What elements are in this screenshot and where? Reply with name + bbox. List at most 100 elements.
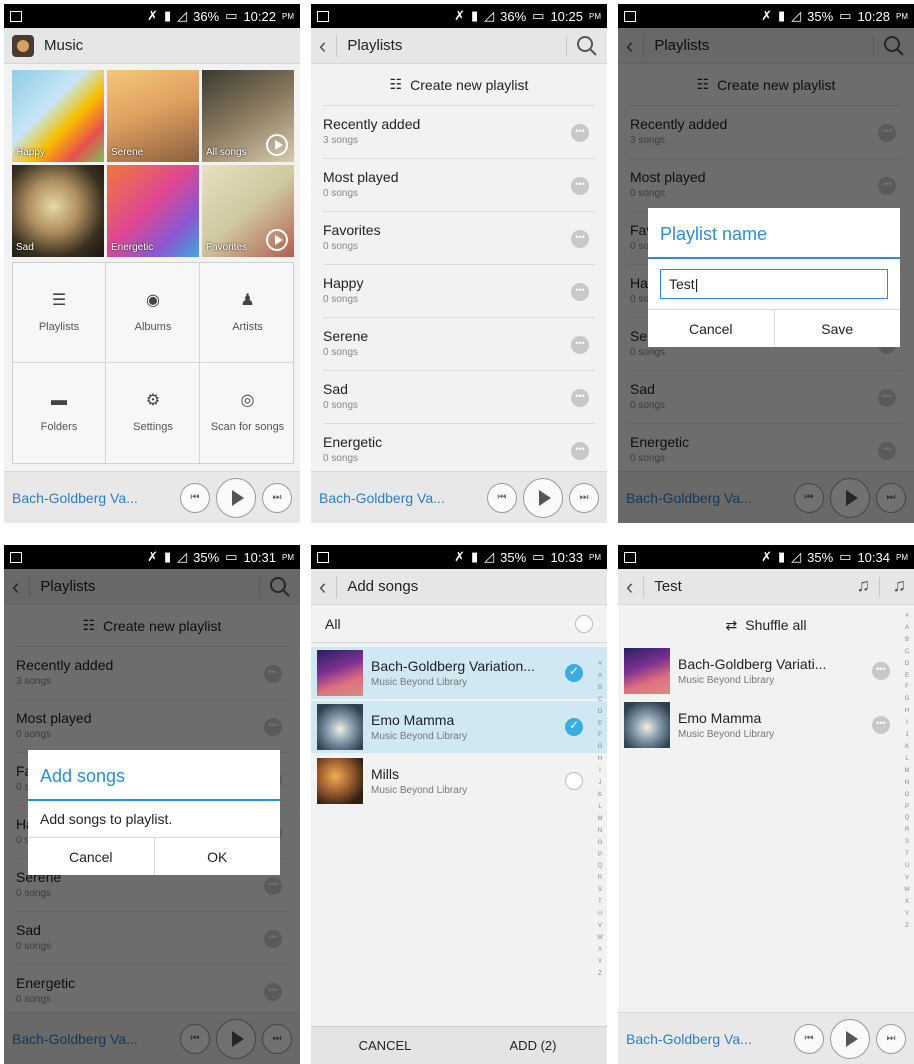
tile-happy[interactable]: Happy (12, 70, 104, 162)
alphabet-letter[interactable]: N (595, 826, 605, 838)
more-icon[interactable]: ••• (571, 336, 589, 354)
alphabet-index[interactable]: # A B C D E F G H I J K L M N O P Q R S T U V W X Y Z (595, 659, 605, 980)
alphabet-letter[interactable]: # (902, 611, 912, 623)
alphabet-letter[interactable]: H (595, 754, 605, 766)
next-button[interactable]: ⏭ (569, 482, 599, 513)
create-playlist-button[interactable]: ☷ Create new playlist (323, 64, 595, 106)
alphabet-letter[interactable]: E (595, 719, 605, 731)
add-button[interactable]: ADD (2) (459, 1027, 607, 1064)
alphabet-letter[interactable]: W (902, 885, 912, 897)
more-icon[interactable]: ••• (571, 177, 589, 195)
alphabet-letter[interactable]: R (595, 873, 605, 885)
next-button[interactable]: ⏭ (876, 1023, 906, 1054)
more-icon[interactable]: ••• (571, 442, 589, 460)
alphabet-letter[interactable]: S (902, 837, 912, 849)
music-note-icon[interactable]: ♫ (893, 575, 907, 596)
ok-button[interactable]: OK (155, 838, 281, 875)
more-icon[interactable]: ••• (872, 662, 890, 680)
nav-settings[interactable]: ⚙ Settings (107, 363, 200, 463)
previous-button[interactable]: ⏮ (180, 482, 210, 513)
back-icon[interactable]: ‹ (626, 574, 633, 600)
mini-player[interactable]: Bach-Goldberg Va... ⏮ ⏭ (311, 471, 607, 523)
song-checkbox[interactable] (565, 718, 583, 736)
play-button[interactable] (523, 477, 563, 518)
alphabet-letter[interactable]: Q (902, 813, 912, 825)
alphabet-letter[interactable]: B (902, 635, 912, 647)
alphabet-letter[interactable]: T (902, 849, 912, 861)
alphabet-letter[interactable]: V (595, 921, 605, 933)
playlist-item[interactable]: Favorites 0 songs ••• (323, 212, 595, 265)
alphabet-letter[interactable]: J (595, 778, 605, 790)
alphabet-letter[interactable]: A (595, 671, 605, 683)
tile-favorites[interactable]: Favorites (202, 165, 294, 257)
alphabet-letter[interactable]: G (595, 742, 605, 754)
more-icon[interactable]: ••• (872, 716, 890, 734)
alphabet-letter[interactable]: X (902, 897, 912, 909)
playlist-item[interactable]: Energetic 0 songs ••• (323, 424, 595, 477)
alphabet-letter[interactable]: I (595, 766, 605, 778)
alphabet-letter[interactable]: Z (902, 921, 912, 933)
playlist-item[interactable]: Serene 0 songs ••• (323, 318, 595, 371)
alphabet-letter[interactable]: Q (595, 861, 605, 873)
alphabet-letter[interactable]: E (902, 671, 912, 683)
alphabet-letter[interactable]: O (902, 790, 912, 802)
next-button[interactable]: ⏭ (262, 482, 292, 513)
alphabet-letter[interactable]: K (902, 742, 912, 754)
alphabet-letter[interactable]: X (595, 945, 605, 957)
play-button[interactable] (830, 1018, 870, 1059)
alphabet-letter[interactable]: A (902, 623, 912, 635)
previous-button[interactable]: ⏮ (487, 482, 517, 513)
now-playing-title[interactable]: Bach-Goldberg Va... (319, 490, 487, 506)
song-row[interactable]: Bach-Goldberg Variation... Music Beyond L… (311, 647, 607, 699)
alphabet-letter[interactable]: L (902, 754, 912, 766)
alphabet-letter[interactable]: O (595, 838, 605, 850)
alphabet-letter[interactable]: L (595, 802, 605, 814)
play-button[interactable] (216, 477, 256, 518)
play-icon[interactable] (266, 229, 288, 251)
song-checkbox[interactable] (565, 772, 583, 790)
playlist-item[interactable]: Most played 0 songs ••• (323, 159, 595, 212)
alphabet-letter[interactable]: C (902, 647, 912, 659)
alphabet-letter[interactable]: W (595, 933, 605, 945)
song-row[interactable]: Bach-Goldberg Variati... Music Beyond Lib… (618, 645, 914, 697)
save-button[interactable]: Save (775, 310, 901, 347)
shuffle-all-button[interactable]: ⇄ Shuffle all (618, 605, 914, 645)
alphabet-letter[interactable]: G (902, 694, 912, 706)
previous-button[interactable]: ⏮ (794, 1023, 824, 1054)
tile-serene[interactable]: Serene (107, 70, 199, 162)
back-icon[interactable]: ‹ (319, 574, 326, 600)
cancel-button[interactable]: Cancel (28, 838, 155, 875)
song-row[interactable]: Emo Mamma Music Beyond Library (311, 701, 607, 753)
playlist-name-input[interactable]: Test| (660, 269, 888, 299)
playlist-item[interactable]: Happy 0 songs ••• (323, 265, 595, 318)
alphabet-letter[interactable]: T (595, 897, 605, 909)
alphabet-letter[interactable]: H (902, 706, 912, 718)
select-all-row[interactable]: All (311, 605, 607, 643)
play-icon[interactable] (266, 134, 288, 156)
alphabet-letter[interactable]: B (595, 683, 605, 695)
alphabet-letter[interactable]: I (902, 718, 912, 730)
alphabet-letter[interactable]: V (902, 873, 912, 885)
alphabet-letter[interactable]: D (595, 707, 605, 719)
alphabet-letter[interactable]: J (902, 730, 912, 742)
playlist-item[interactable]: Sad 0 songs ••• (323, 371, 595, 424)
back-icon[interactable]: ‹ (319, 33, 326, 59)
playlist-item[interactable]: Recently added 3 songs ••• (323, 106, 595, 159)
alphabet-letter[interactable]: Y (595, 957, 605, 969)
alphabet-index[interactable]: # A B C D E F G H I J K L M N O P Q R S T U V W X Y Z (902, 611, 912, 932)
nav-folders[interactable]: ▬ Folders (13, 363, 106, 463)
add-music-icon[interactable]: ♫ (857, 575, 871, 596)
nav-scan[interactable]: ◎ Scan for songs (201, 363, 294, 463)
alphabet-letter[interactable]: D (902, 659, 912, 671)
alphabet-letter[interactable]: P (595, 850, 605, 862)
alphabet-letter[interactable]: # (595, 659, 605, 671)
alphabet-letter[interactable]: F (902, 682, 912, 694)
more-icon[interactable]: ••• (571, 230, 589, 248)
song-checkbox[interactable] (565, 664, 583, 682)
mini-player[interactable]: Bach-Goldberg Va... ⏮ ⏭ (4, 471, 300, 523)
now-playing-title[interactable]: Bach-Goldberg Va... (626, 1031, 794, 1047)
alphabet-letter[interactable]: K (595, 790, 605, 802)
alphabet-letter[interactable]: Z (595, 969, 605, 981)
alphabet-letter[interactable]: U (902, 861, 912, 873)
tile-sad[interactable]: Sad (12, 165, 104, 257)
